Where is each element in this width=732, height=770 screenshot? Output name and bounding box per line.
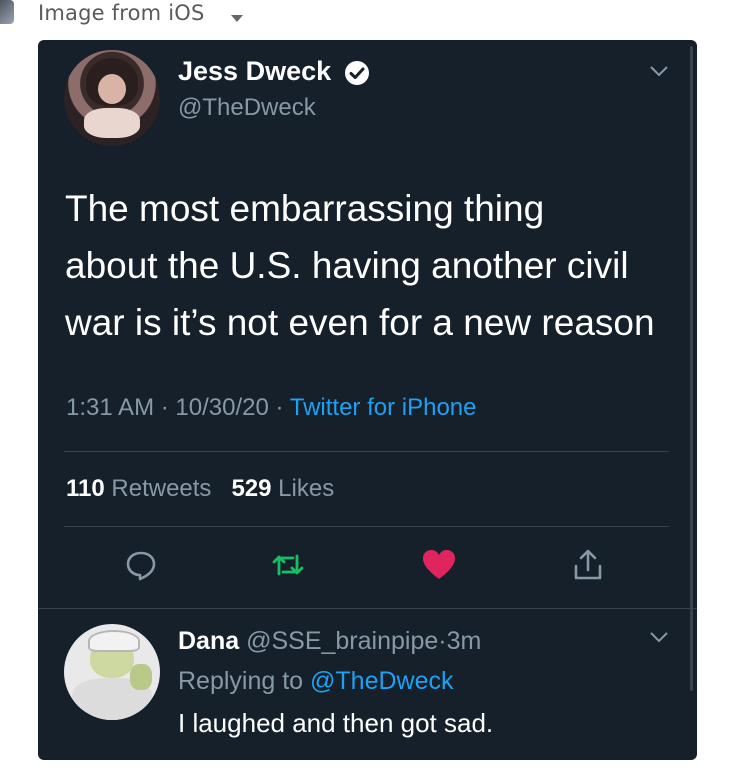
likes-count: 529	[231, 475, 272, 502]
attachment-title[interactable]: Image from iOS	[38, 1, 204, 25]
tweet-source-link[interactable]: Twitter for iPhone	[290, 394, 477, 421]
author-avatar[interactable]	[64, 50, 160, 146]
likes-stat[interactable]: 529 Likes	[231, 475, 334, 502]
retweet-icon[interactable]	[271, 548, 305, 587]
tweet-text-line: The most embarrassing thing	[65, 188, 545, 229]
divider	[64, 526, 669, 527]
retweets-stat[interactable]: 110 Retweets	[66, 475, 211, 502]
tweet-meta: 1:31 AM · 10/30/20 · Twitter for iPhone	[66, 394, 476, 422]
author-name[interactable]: Jess Dweck	[178, 56, 331, 87]
retweets-label: Retweets	[111, 475, 212, 502]
divider	[38, 608, 697, 609]
author-handle[interactable]: @TheDweck	[178, 94, 316, 122]
reply-time: 3m	[446, 627, 482, 655]
attachment-header: Image from iOS	[0, 0, 732, 32]
reply-header: Dana @SSE_brainpipe·3m	[178, 627, 481, 656]
replying-to-handle-link[interactable]: @TheDweck	[310, 667, 453, 695]
reply-icon[interactable]	[124, 548, 158, 587]
share-icon[interactable]	[571, 548, 605, 587]
reply-separator: ·	[438, 627, 447, 655]
likes-label: Likes	[278, 475, 335, 502]
verified-badge-icon	[344, 60, 370, 91]
retweets-count: 110	[66, 475, 105, 502]
tweet-text: The most embarrassing thing about the U.…	[65, 180, 685, 351]
reply-text: I laughed and then got sad.	[178, 708, 494, 738]
tweet-card: Jess Dweck @TheDweck The most embarrassi…	[38, 40, 697, 760]
user-avatar-icon	[0, 0, 14, 24]
tweet-text-line: war is it’s not even for a new reason	[65, 302, 655, 343]
tweet-date: 10/30/20	[175, 394, 269, 421]
reply-author-handle[interactable]: @SSE_brainpipe	[246, 627, 438, 655]
meta-separator: ·	[275, 394, 284, 421]
chevron-down-icon[interactable]	[649, 630, 669, 648]
chevron-down-icon[interactable]	[649, 64, 669, 82]
replying-to: Replying to @TheDweck	[178, 667, 454, 696]
caret-down-icon[interactable]	[230, 11, 244, 29]
tweet-stats: 110 Retweets 529 Likes	[66, 475, 334, 503]
reply-author-name[interactable]: Dana	[178, 627, 239, 655]
scrollbar[interactable]	[690, 46, 693, 691]
divider	[64, 451, 669, 452]
like-heart-icon[interactable]	[421, 548, 457, 587]
tweet-time: 1:31 AM	[66, 394, 155, 421]
meta-separator: ·	[160, 394, 169, 421]
replying-prefix: Replying to	[178, 667, 304, 695]
reply-author-avatar[interactable]	[64, 624, 160, 720]
tweet-text-line: about the U.S. having another civil	[65, 245, 629, 286]
